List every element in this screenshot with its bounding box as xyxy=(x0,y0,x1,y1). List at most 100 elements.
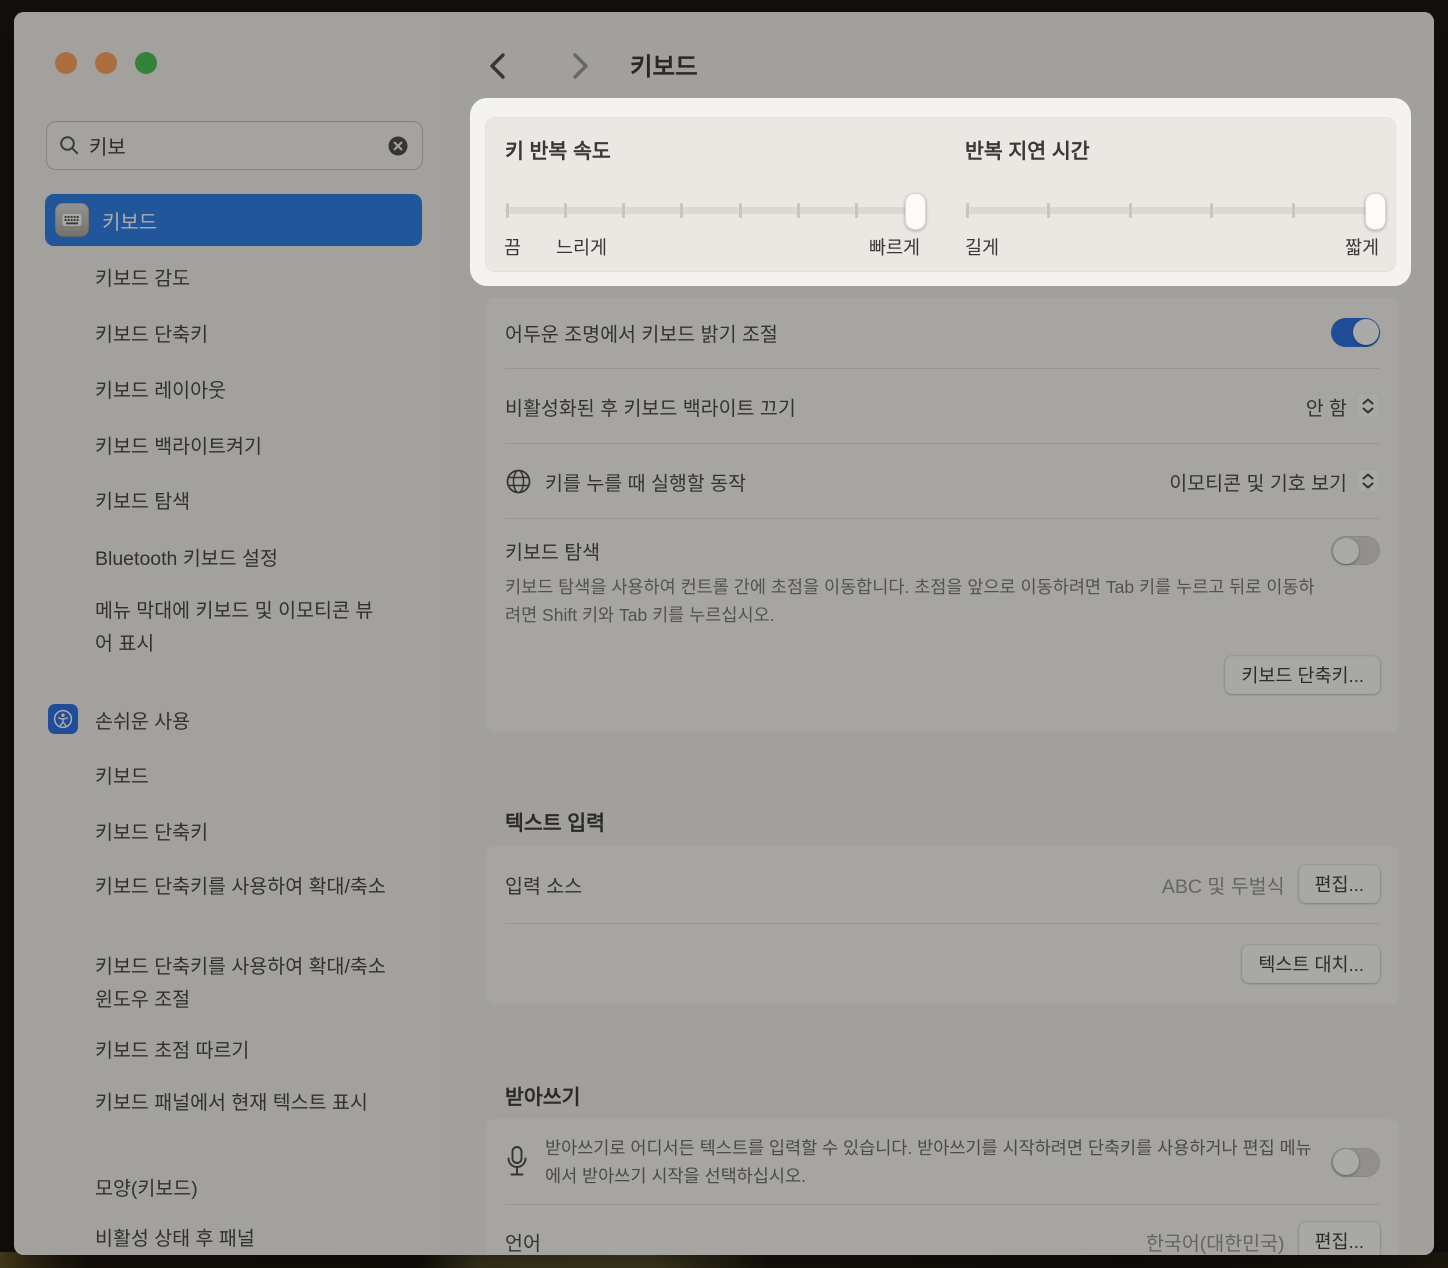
search-input-value: 키보 xyxy=(89,131,386,160)
backlight-off-dropdown[interactable] xyxy=(1356,394,1380,418)
minimize-window-button[interactable] xyxy=(95,52,117,74)
toggle-knob xyxy=(1333,538,1359,564)
toggle-knob xyxy=(1353,319,1379,345)
slider-tick xyxy=(680,203,683,218)
repeat-delay-slider-handle[interactable] xyxy=(1365,193,1386,230)
dictation-toggle[interactable] xyxy=(1331,1148,1380,1177)
dictation-intro-row: 받아쓰기로 어디서든 텍스트를 입력할 수 있습니다. 받아쓰기를 시작하려면 … xyxy=(485,1118,1400,1204)
text-replace-row: 텍스트 대치... xyxy=(485,924,1400,1004)
dictation-language-edit-button[interactable]: 편집... xyxy=(1299,1222,1380,1255)
accessibility-icon xyxy=(48,704,78,734)
row-label: 입력 소스 xyxy=(505,870,1162,899)
toggle-knob xyxy=(1333,1149,1359,1175)
sidebar-item-a11y-zoom-window[interactable]: 키보드 단축키를 사용하여 확대/축소 윈도우 조절 xyxy=(95,951,395,1017)
slider-tick xyxy=(1292,203,1295,218)
input-source-edit-button[interactable]: 편집... xyxy=(1299,865,1380,903)
sidebar-item-keyboard-navigation[interactable]: 키보드 탐색 xyxy=(95,486,190,519)
sidebar-item-keyboard-selected[interactable]: 키보드 xyxy=(45,194,422,246)
globe-key-value: 이모티콘 및 기호 보기 xyxy=(1169,467,1347,496)
globe-key-dropdown[interactable] xyxy=(1356,469,1380,493)
dictation-language-value: 한국어(대한민국) xyxy=(1146,1227,1285,1256)
slider-tick xyxy=(1210,203,1213,218)
repeat-delay-group: 반복 지연 시간 길게 짧게 xyxy=(965,134,1377,260)
sidebar-item-a11y-follow-focus[interactable]: 키보드 초점 따르기 xyxy=(95,1035,249,1068)
slider-tick xyxy=(1129,203,1132,218)
sliders-card: 키 반복 속도 끔 느리게 빠르게 반복 지연 시간 xyxy=(485,117,1396,272)
page-title: 키보드 xyxy=(630,48,698,83)
dictation-description: 받아쓰기로 어디서든 텍스트를 입력할 수 있습니다. 받아쓰기를 시작하려면 … xyxy=(545,1134,1315,1190)
main-pane: 키보드 키 반복 속도 끔 느리게 빠르게 xyxy=(445,12,1434,1255)
row-label: 언어 xyxy=(505,1227,1146,1256)
label-fast: 빠르게 xyxy=(869,234,920,260)
dictation-section-title: 받아쓰기 xyxy=(505,1080,580,1110)
text-input-section-title: 텍스트 입력 xyxy=(505,806,605,836)
sidebar-item-a11y-zoom-shortcuts[interactable]: 키보드 단축키를 사용하여 확대/축소 xyxy=(95,871,386,904)
search-input[interactable]: 키보 xyxy=(46,121,423,170)
text-replacements-button[interactable]: 텍스트 대치... xyxy=(1242,945,1380,983)
globe-icon xyxy=(505,468,532,495)
row-label: 키보드 탐색 xyxy=(505,536,1331,565)
clear-search-icon[interactable] xyxy=(386,134,410,158)
backlight-off-value: 안 함 xyxy=(1306,392,1347,421)
sidebar-item-a11y-inactive-panel[interactable]: 비활성 상태 후 패널 xyxy=(95,1223,255,1255)
sidebar-item-menubar-viewer[interactable]: 메뉴 막대에 키보드 및 이모티콘 뷰어 표시 xyxy=(95,595,385,661)
zoom-window-button[interactable] xyxy=(135,52,157,74)
globe-key-row: 키를 누를 때 실행할 동작 이모티콘 및 기호 보기 xyxy=(485,444,1400,518)
search-icon xyxy=(59,135,80,156)
keyboard-shortcuts-button[interactable]: 키보드 단축키... xyxy=(1225,656,1380,694)
slider-tick xyxy=(797,203,800,218)
sidebar-group-accessibility[interactable]: 손쉬운 사용 xyxy=(48,704,190,734)
sidebar-group-label: 손쉬운 사용 xyxy=(95,705,190,734)
text-input-card: 입력 소스 ABC 및 두벌식 편집... 텍스트 대치... xyxy=(485,845,1400,1005)
sidebar-item-a11y-panel-text[interactable]: 키보드 패널에서 현재 텍스트 표시 xyxy=(95,1087,368,1120)
keyboard-app-icon xyxy=(55,203,89,237)
highlighted-sliders-panel: 키 반복 속도 끔 느리게 빠르게 반복 지연 시간 xyxy=(470,98,1411,286)
keyboard-navigation-row: 키보드 탐색 키보드 탐색을 사용하여 컨트롤 간에 초점을 이동합니다. 초점… xyxy=(485,519,1400,629)
row-label: 어두운 조명에서 키보드 밝기 조절 xyxy=(505,318,1331,347)
sidebar-item-label: 키보드 xyxy=(102,206,157,235)
slider-tick xyxy=(1047,203,1050,218)
label-slow: 느리게 xyxy=(556,234,607,260)
system-settings-window: 키보 xyxy=(14,12,1434,1255)
keyboard-brightness-row: 어두운 조명에서 키보드 밝기 조절 xyxy=(485,296,1400,368)
label-long: 길게 xyxy=(965,234,999,260)
slider-tick xyxy=(622,203,625,218)
keyboard-settings-card: 어두운 조명에서 키보드 밝기 조절 비활성화된 후 키보드 백라이트 끄기 안… xyxy=(485,296,1400,733)
forward-button[interactable] xyxy=(567,50,597,82)
sidebar-item-keyboard-shortcuts[interactable]: 키보드 단축키 xyxy=(95,319,208,352)
sidebar-item-bluetooth-keyboard[interactable]: Bluetooth 키보드 설정 xyxy=(95,543,278,576)
shortcuts-button-row: 키보드 단축키... xyxy=(485,637,1400,713)
close-window-button[interactable] xyxy=(55,52,77,74)
sidebar-item-a11y-appearance[interactable]: 모양(키보드) xyxy=(95,1173,198,1206)
back-button[interactable] xyxy=(485,50,515,82)
dictation-card: 받아쓰기로 어디서든 텍스트를 입력할 수 있습니다. 받아쓰기를 시작하려면 … xyxy=(485,1118,1400,1255)
sidebar-item-keyboard-sensitivity[interactable]: 키보드 감도 xyxy=(95,263,190,296)
row-label: 키를 누를 때 실행할 동작 xyxy=(545,467,1169,496)
keyboard-brightness-toggle[interactable] xyxy=(1331,318,1380,347)
keyboard-navigation-toggle[interactable] xyxy=(1331,536,1380,565)
slider-tick xyxy=(966,203,969,218)
microphone-icon xyxy=(505,1145,529,1179)
sidebar-item-a11y-keyboard[interactable]: 키보드 xyxy=(95,761,149,794)
label-short: 짧게 xyxy=(1345,234,1379,260)
keyboard-navigation-description: 키보드 탐색을 사용하여 컨트롤 간에 초점을 이동합니다. 초점을 앞으로 이… xyxy=(505,573,1315,629)
row-label: 비활성화된 후 키보드 백라이트 끄기 xyxy=(505,392,1306,421)
key-repeat-rate-group: 키 반복 속도 끔 느리게 빠르게 xyxy=(505,134,917,260)
key-repeat-rate-slider-handle[interactable] xyxy=(905,193,926,230)
repeat-delay-title: 반복 지연 시간 xyxy=(965,134,1377,164)
slider-tick xyxy=(506,203,509,218)
dictation-language-row: 언어 한국어(대한민국) 편집... xyxy=(485,1205,1400,1255)
sidebar-item-keyboard-backlight[interactable]: 키보드 백라이트켜기 xyxy=(95,431,262,464)
backlight-off-row: 비활성화된 후 키보드 백라이트 끄기 안 함 xyxy=(485,369,1400,443)
key-repeat-rate-title: 키 반복 속도 xyxy=(505,134,917,164)
sidebar-item-keyboard-layout[interactable]: 키보드 레이아웃 xyxy=(95,375,226,408)
input-source-value: ABC 및 두벌식 xyxy=(1162,870,1285,899)
sidebar: 키보 xyxy=(14,12,446,1255)
slider-tick xyxy=(739,203,742,218)
sidebar-item-a11y-shortcuts[interactable]: 키보드 단축키 xyxy=(95,817,208,850)
slider-tick xyxy=(855,203,858,218)
window-controls xyxy=(55,52,157,74)
input-source-row: 입력 소스 ABC 및 두벌식 편집... xyxy=(485,845,1400,923)
label-off: 끔 xyxy=(504,234,521,260)
slider-tick xyxy=(564,203,567,218)
